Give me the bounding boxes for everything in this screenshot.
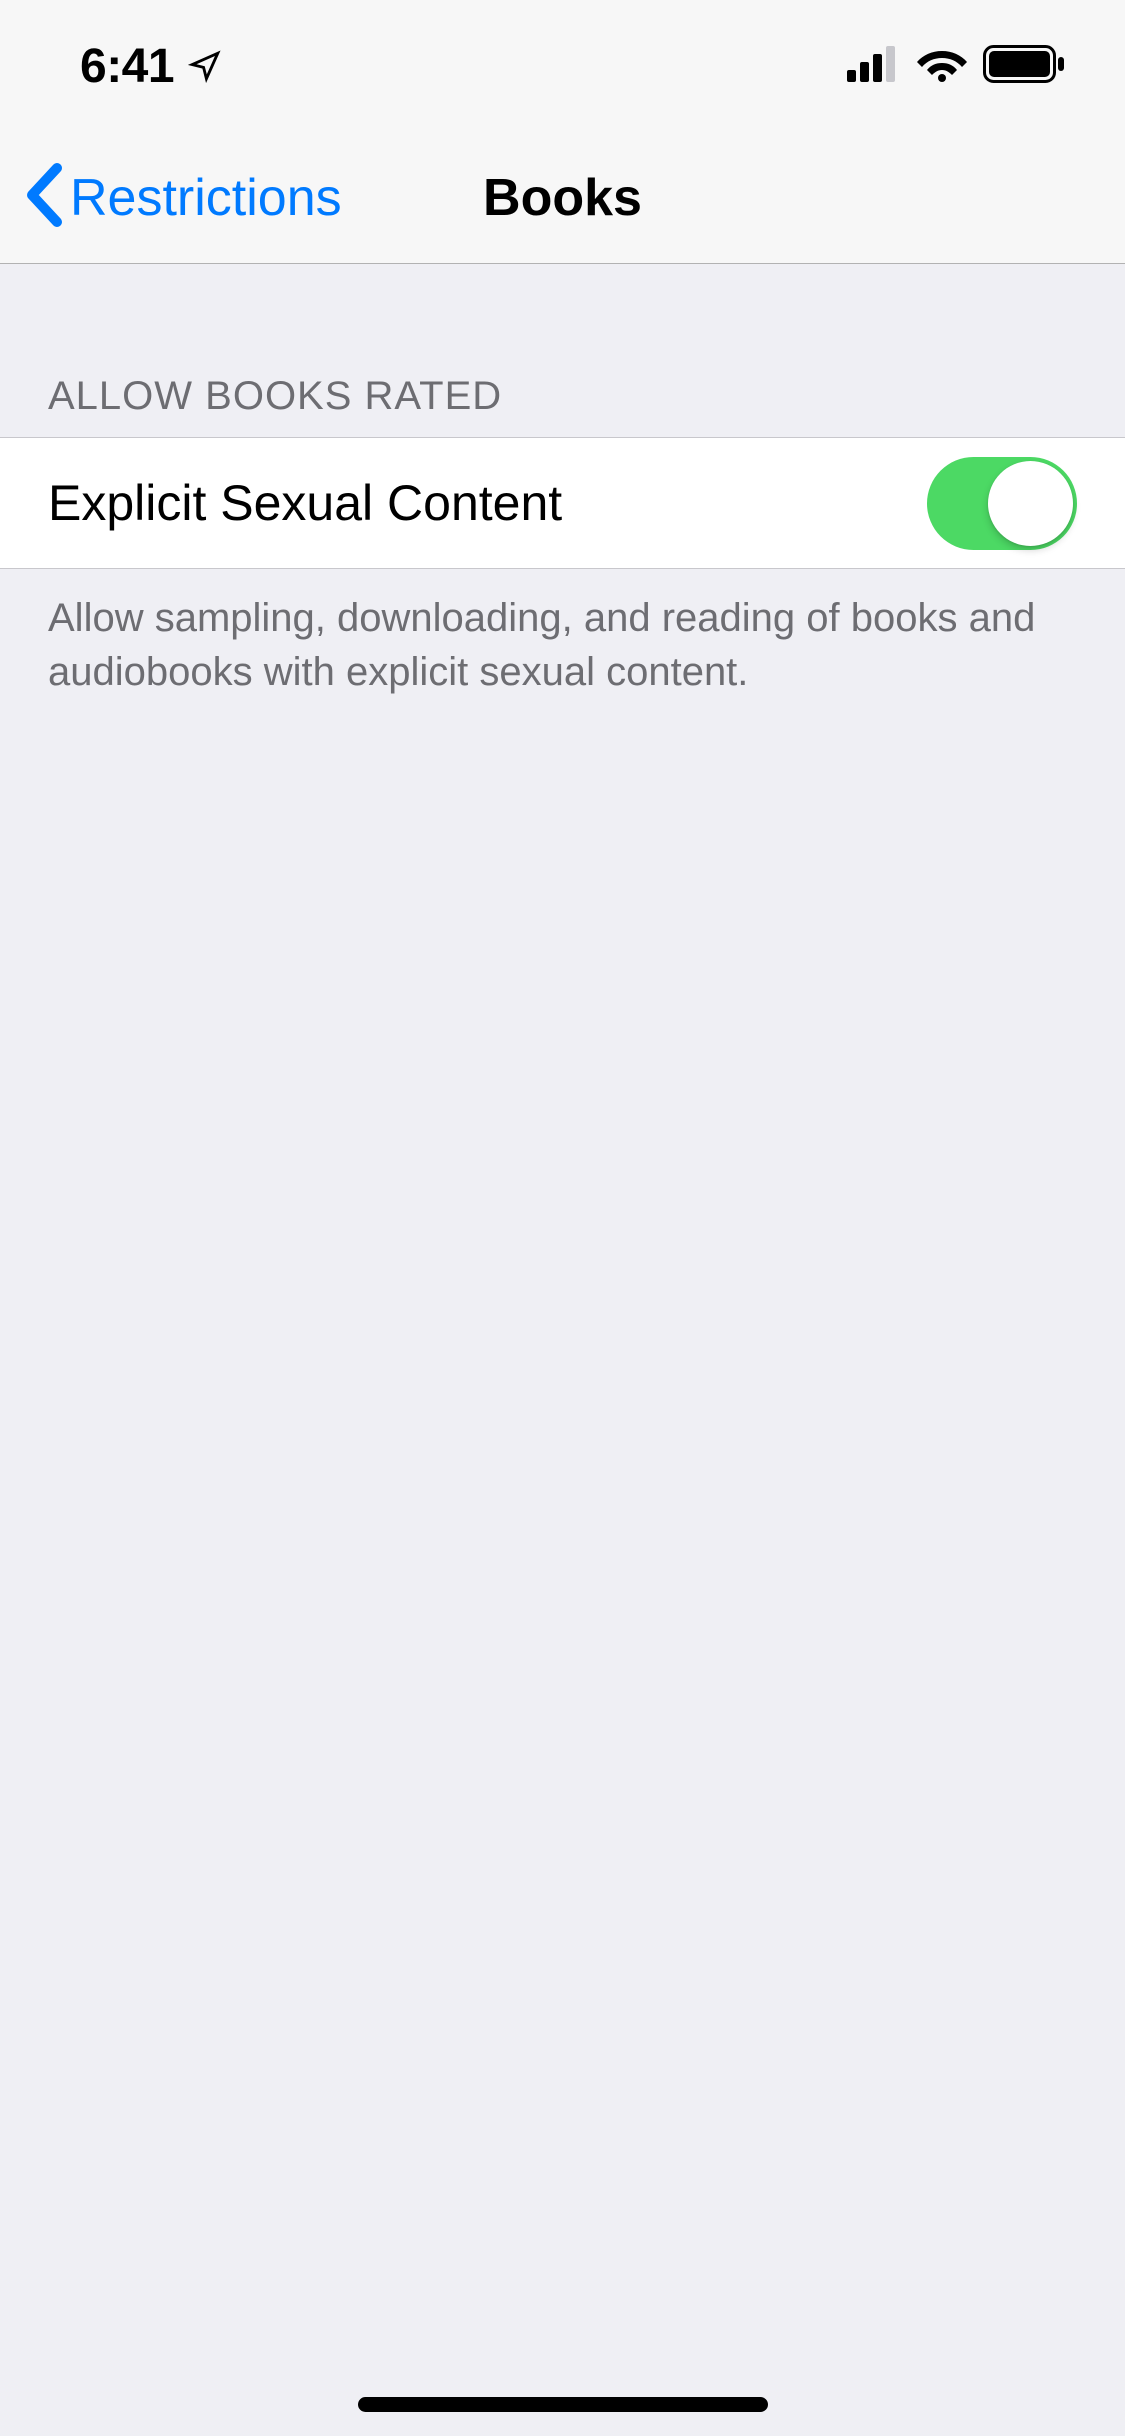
back-label: Restrictions (70, 168, 342, 228)
status-right (847, 45, 1065, 88)
home-indicator[interactable] (358, 2397, 768, 2412)
explicit-content-toggle[interactable] (927, 457, 1077, 550)
toggle-knob (988, 461, 1073, 546)
back-button[interactable]: Restrictions (24, 162, 342, 233)
location-icon (188, 49, 222, 83)
page-title: Books (483, 168, 642, 228)
section-header: ALLOW BOOKS RATED (0, 264, 1125, 437)
nav-bar: Restrictions Books (0, 132, 1125, 264)
explicit-content-row: Explicit Sexual Content (0, 437, 1125, 569)
wifi-icon (917, 46, 967, 87)
status-bar: 6:41 (0, 0, 1125, 132)
explicit-content-label: Explicit Sexual Content (48, 474, 562, 532)
cellular-icon (847, 46, 901, 87)
status-left: 6:41 (80, 39, 222, 94)
chevron-left-icon (24, 162, 62, 233)
status-time: 6:41 (80, 39, 174, 94)
battery-icon (983, 45, 1065, 88)
section-footer: Allow sampling, downloading, and reading… (0, 569, 1125, 721)
